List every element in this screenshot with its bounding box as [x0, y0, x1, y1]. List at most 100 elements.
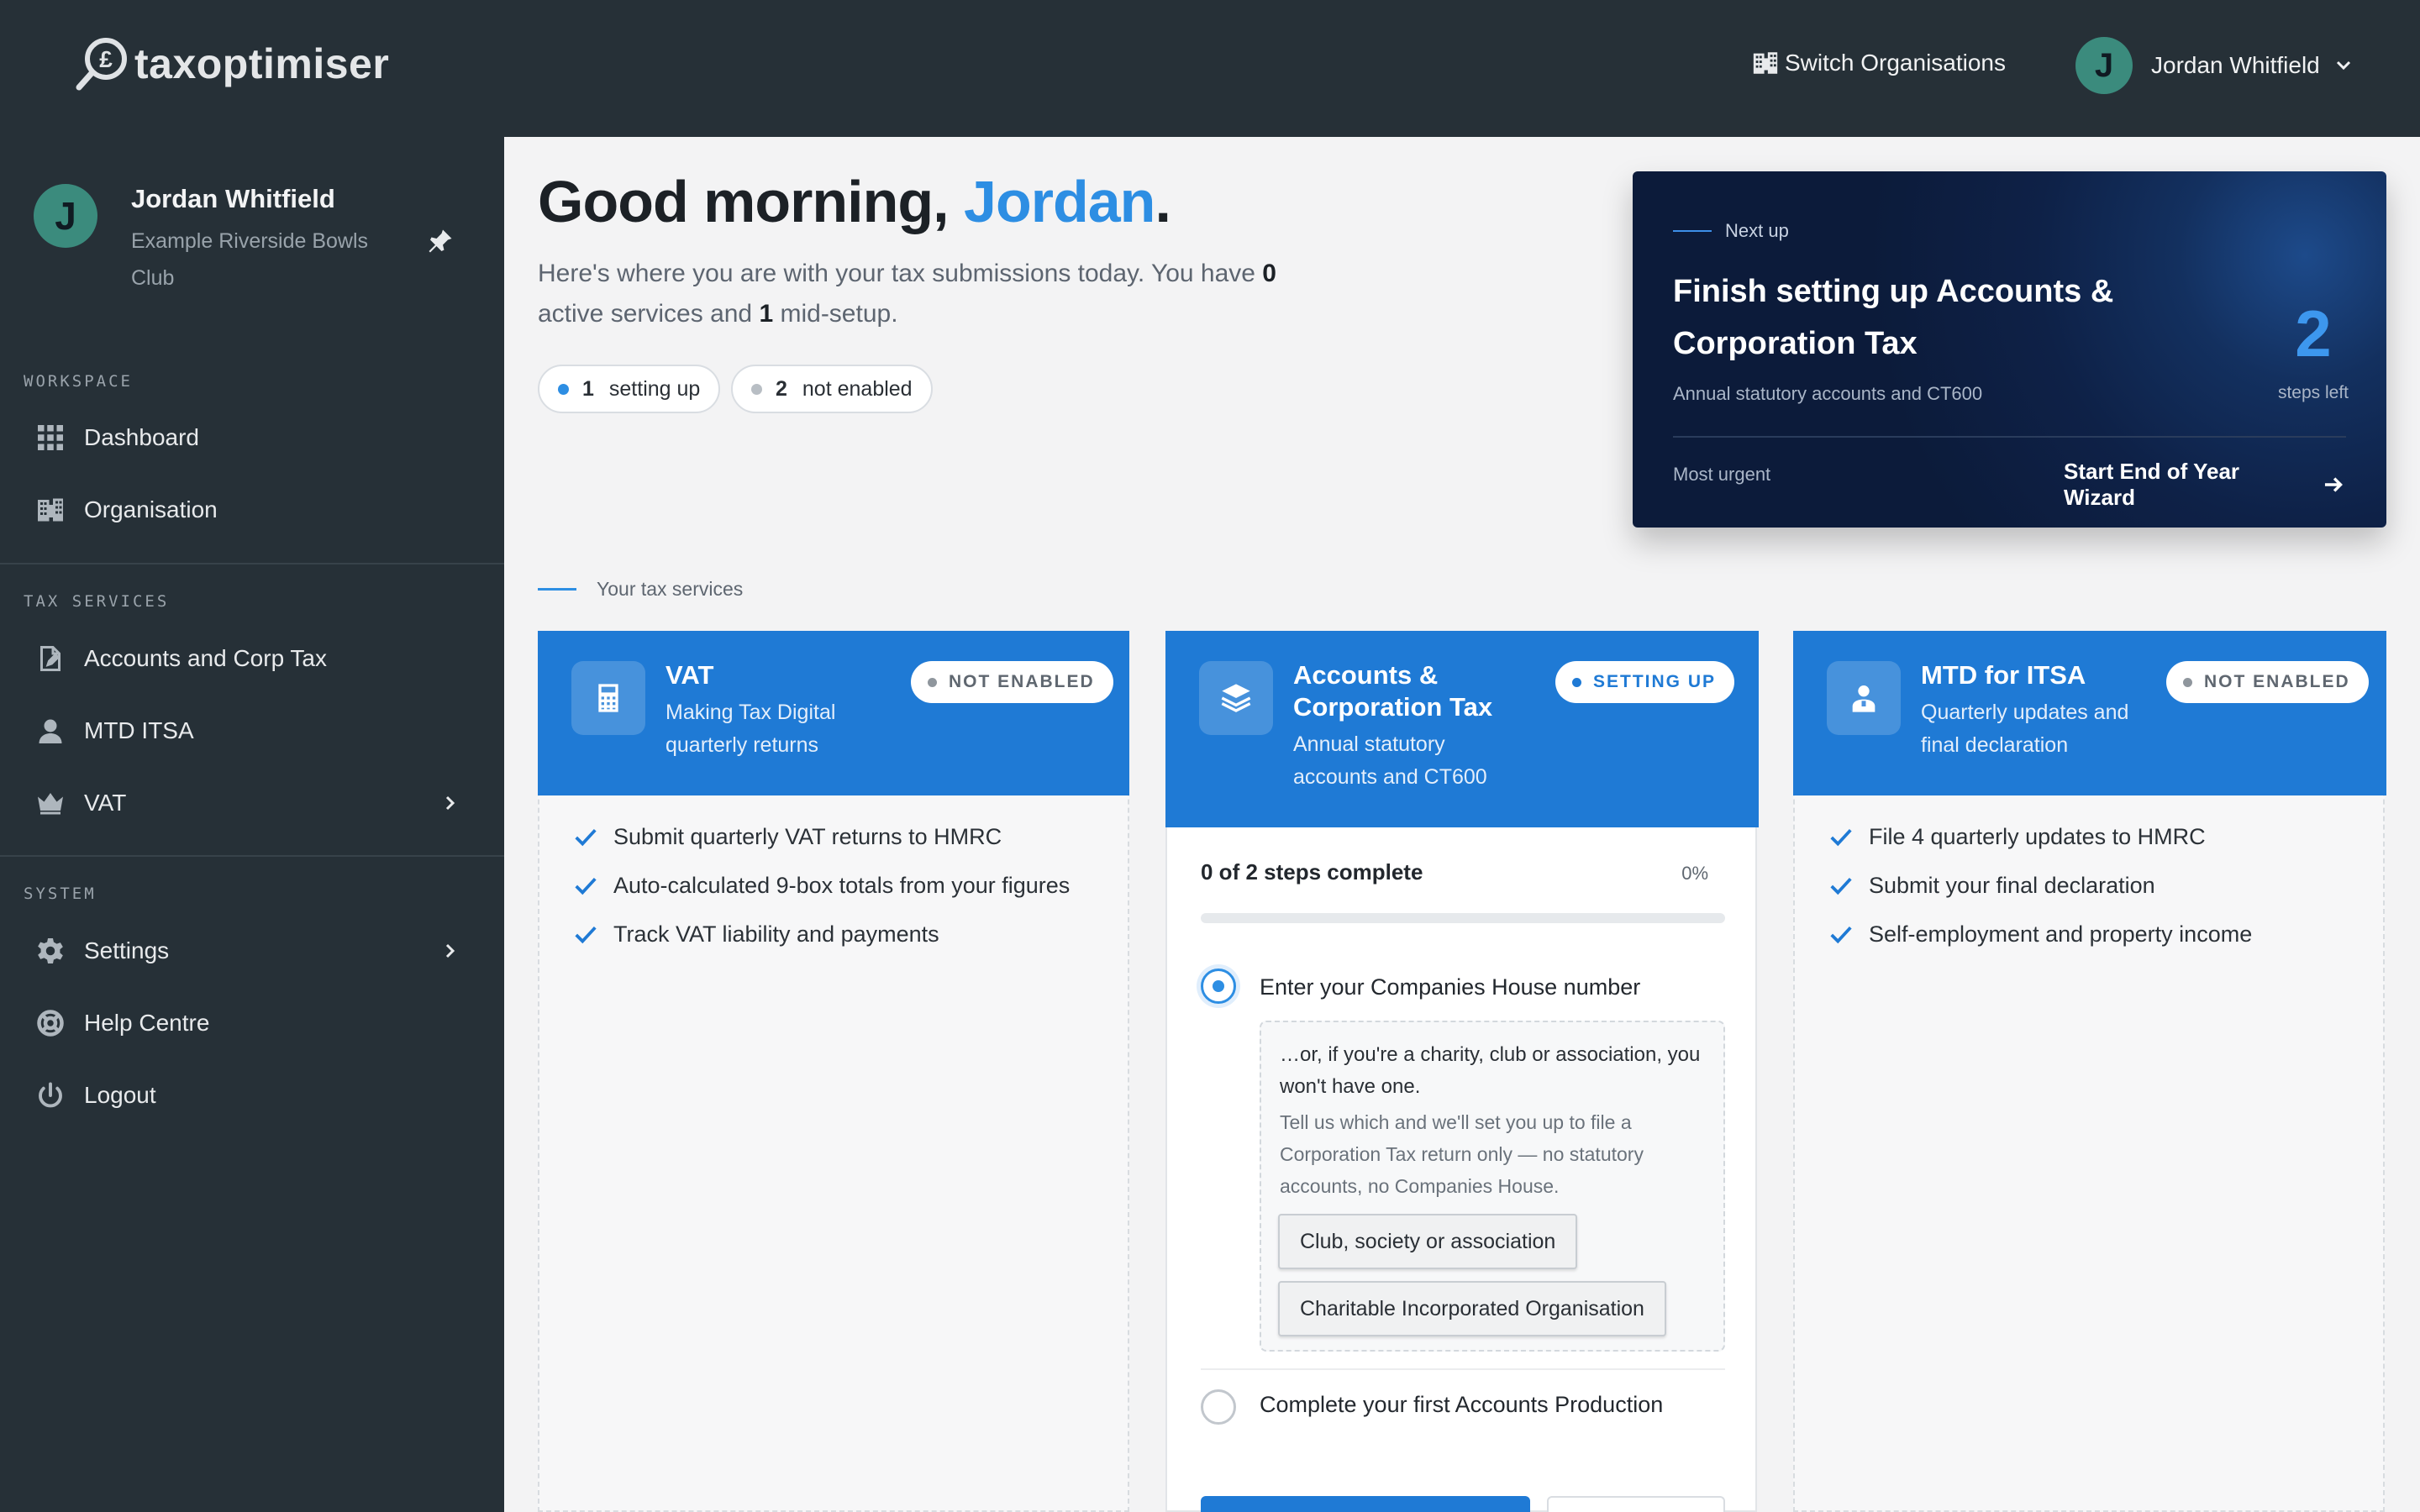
top-bar: £ taxoptimiser Switch Organisations J Jo…: [0, 0, 2420, 137]
card-title: VAT: [666, 660, 714, 690]
check-icon: [1830, 926, 1852, 943]
feature-text: Self-employment and property income: [1869, 921, 2253, 947]
divider: [1673, 436, 2346, 438]
card-subtitle: quarterly returns: [666, 733, 819, 757]
service-card-mtd-itsa[interactable]: MTD for ITSA Quarterly updates and final…: [1793, 631, 2386, 1512]
chevron-right-icon: [445, 795, 455, 811]
service-card-accounts-corporation-tax[interactable]: Accounts & Corporation Tax Annual statut…: [1165, 631, 1759, 1512]
status-badge-label: SETTING UP: [1593, 672, 1717, 691]
service-card-vat[interactable]: VAT Making Tax Digital quarterly returns…: [538, 631, 1129, 1512]
status-dot: [1572, 677, 1581, 687]
feature-item: Track VAT liability and payments: [573, 921, 939, 948]
sidebar-item-help-centre[interactable]: Help Centre: [0, 992, 504, 1054]
steps-left-label: steps left: [2277, 383, 2349, 402]
card-subtitle: Making Tax Digital: [666, 701, 836, 724]
chevron-right-icon: [445, 943, 455, 958]
logo[interactable]: £ taxoptimiser: [76, 34, 389, 94]
sidebar-section-workspace: WORKSPACE: [24, 372, 133, 391]
sidebar-item-dashboard[interactable]: Dashboard: [0, 407, 504, 469]
step-label[interactable]: Complete your first Accounts Production: [1260, 1392, 1663, 1418]
check-icon: [575, 926, 597, 943]
status-badge: NOT ENABLED: [911, 661, 1113, 703]
user-name: Jordan Whitfield: [2151, 52, 2320, 78]
sidebar-item-logout[interactable]: Logout: [0, 1064, 504, 1126]
step-radio-accounts-production[interactable]: [1201, 1389, 1236, 1425]
chip-label: setting up: [608, 376, 701, 401]
card-title-line: Accounts &: [1293, 660, 1439, 690]
card-header: Accounts & Corporation Tax Annual statut…: [1165, 631, 1759, 827]
start-wizard-button[interactable]: Start End of Year Wizard: [2064, 459, 2346, 511]
status-chip-setting-up[interactable]: 1 setting up: [538, 365, 721, 413]
page-title: Good morning, Jordan.: [538, 168, 1171, 235]
sidebar-item-label: Settings: [84, 937, 170, 963]
subtext-part: mid-setup.: [773, 300, 898, 328]
grid-icon: [34, 421, 67, 454]
feature-text: Track VAT liability and payments: [613, 921, 939, 947]
status-badge-label: NOT ENABLED: [2204, 672, 2350, 691]
next-up-card: Next up Finish setting up Accounts & Cor…: [1633, 171, 2386, 528]
sidebar-item-settings[interactable]: Settings: [0, 920, 504, 982]
feature-item: Submit your final declaration: [1828, 873, 2155, 899]
document-edit-icon: [34, 642, 67, 675]
svg-text:£: £: [99, 46, 113, 72]
sidebar-item-organisation[interactable]: Organisation: [0, 479, 504, 541]
check-icon: [575, 828, 597, 846]
gear-icon: [34, 934, 67, 968]
building-icon: [34, 493, 67, 527]
primary-action-button[interactable]: [1201, 1496, 1530, 1512]
person-badge-icon: [1827, 661, 1901, 735]
avatar: J: [2075, 37, 2133, 94]
divider: [1201, 1368, 1725, 1370]
sidebar-profile: J Jordan Whitfield Example Riverside Bow…: [34, 184, 471, 310]
status-chip-not-enabled[interactable]: 2 not enabled: [731, 365, 933, 413]
subtext-part: active services and: [538, 300, 760, 328]
card-title-line: Corporation Tax: [1293, 692, 1493, 722]
building-icon: [1753, 52, 1778, 74]
pin-icon[interactable]: [425, 226, 455, 256]
feature-item: Auto-calculated 9-box totals from your f…: [573, 873, 1070, 899]
step-radio-companies-house[interactable]: [1201, 969, 1236, 1004]
check-icon: [1830, 828, 1852, 846]
switch-organisations-button[interactable]: Switch Organisations: [1751, 49, 2006, 77]
sidebar-item-accounts-corp-tax[interactable]: Accounts and Corp Tax: [0, 627, 504, 690]
pound-magnifier-icon: £: [76, 38, 127, 91]
card-subtitle: Quarterly updates and: [1921, 701, 2129, 724]
progress-bar: [1201, 913, 1725, 923]
sidebar-item-label: Dashboard: [84, 424, 199, 450]
profile-name: Jordan Whitfield: [131, 184, 335, 213]
switch-organisations-label: Switch Organisations: [1785, 50, 2007, 76]
user-menu[interactable]: J Jordan Whitfield: [2075, 37, 2354, 94]
next-up-title: Finish setting up Accounts & Corporation…: [1673, 274, 2114, 361]
logo-text: taxoptimiser: [134, 40, 390, 87]
sidebar-item-label: VAT: [84, 790, 127, 816]
sidebar-divider: [0, 563, 504, 564]
steps-left-count: 2: [2295, 297, 2332, 370]
sidebar: J Jordan Whitfield Example Riverside Bow…: [0, 137, 504, 1512]
club-society-button[interactable]: Club, society or association: [1278, 1214, 1578, 1269]
sidebar-section-system: SYSTEM: [24, 885, 97, 903]
chevron-down-icon: [2336, 60, 2350, 71]
feature-item: Submit quarterly VAT returns to HMRC: [573, 824, 1002, 850]
card-title: MTD for ITSA: [1921, 660, 2086, 690]
sidebar-item-mtd-itsa[interactable]: MTD ITSA: [0, 700, 504, 762]
cio-button[interactable]: Charitable Incorporated Organisation: [1278, 1281, 1666, 1336]
panel-lead-text: …or, if you're a charity, club or associ…: [1280, 1043, 1701, 1098]
sidebar-item-vat[interactable]: VAT: [0, 772, 504, 834]
kicker-line: [1673, 230, 1712, 232]
card-subtitle: Annual statutory: [1293, 732, 1445, 756]
greeting-name: Jordan: [964, 169, 1155, 234]
greeting-suffix: .: [1155, 169, 1171, 234]
next-up-subtitle: Annual statutory accounts and CT600: [1673, 383, 1983, 404]
check-icon: [575, 877, 597, 895]
subtext-part: Here's where you are with your tax submi…: [538, 260, 1263, 287]
avatar: J: [34, 184, 97, 248]
urgency-label: Most urgent: [1673, 464, 1771, 485]
chip-count: 1: [582, 376, 594, 401]
feature-text: Auto-calculated 9-box totals from your f…: [613, 873, 1071, 898]
arrow-right-icon: [2325, 477, 2344, 492]
secondary-action-button[interactable]: [1547, 1496, 1725, 1512]
sidebar-item-label: Logout: [84, 1082, 156, 1108]
status-dot: [751, 383, 762, 395]
feature-text: Submit quarterly VAT returns to HMRC: [613, 824, 1002, 849]
step-label[interactable]: Enter your Companies House number: [1260, 974, 1640, 1000]
